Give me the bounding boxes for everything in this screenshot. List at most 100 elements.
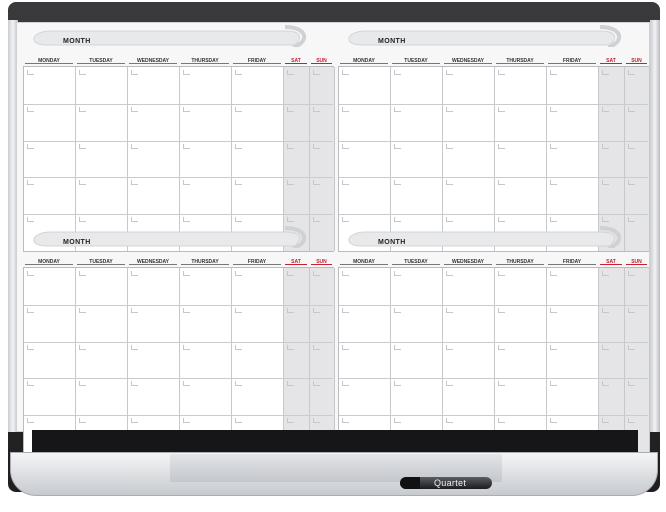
day-column: [310, 268, 335, 452]
date-box-corner: [394, 418, 401, 424]
day-column: [284, 67, 310, 251]
date-box-corner: [235, 70, 242, 75]
date-box-corner: [131, 271, 138, 276]
day-column: [495, 268, 547, 452]
day-column: [310, 67, 335, 251]
date-box-corner: [235, 217, 242, 223]
date-box-corner: [498, 307, 505, 313]
date-box-corner: [27, 418, 34, 424]
week-row-divider: [24, 415, 333, 417]
date-box-corner: [628, 307, 635, 313]
date-box-corner: [313, 307, 320, 313]
month-banner: [348, 226, 621, 248]
date-box-corner: [498, 143, 505, 149]
date-box-corner: [342, 307, 349, 313]
date-box-corner: [550, 381, 557, 387]
date-box-corner: [446, 143, 453, 149]
date-box-corner: [394, 180, 401, 186]
dry-erase-marker[interactable]: Quartet: [400, 477, 492, 489]
date-box-corner: [79, 271, 86, 276]
date-box-corner: [287, 143, 294, 149]
date-box-corner: [131, 143, 138, 149]
date-box-corner: [27, 217, 34, 223]
week-row-divider: [24, 341, 333, 343]
week-row-divider: [24, 378, 333, 380]
date-box-corner: [79, 418, 86, 424]
date-box-corner: [446, 271, 453, 276]
day-header-underline: [285, 63, 307, 64]
date-box-corner: [235, 307, 242, 313]
date-box-corner: [446, 180, 453, 186]
date-box-corner: [183, 307, 190, 313]
month-grid: [338, 267, 650, 453]
date-box-corner: [131, 217, 138, 223]
date-box-corner: [342, 381, 349, 387]
date-box-corner: [602, 180, 609, 186]
date-box-corner: [628, 70, 635, 75]
date-box-corner: [342, 344, 349, 350]
date-box-corner: [602, 70, 609, 75]
date-box-corner: [394, 271, 401, 276]
date-box-corner: [183, 418, 190, 424]
date-box-corner: [27, 180, 34, 186]
date-box-corner: [550, 271, 557, 276]
date-box-corner: [394, 143, 401, 149]
date-box-corner: [602, 418, 609, 424]
date-box-corner: [235, 106, 242, 112]
week-row-divider: [339, 341, 648, 343]
date-box-corner: [287, 271, 294, 276]
day-header-underline: [340, 264, 388, 265]
day-column: [547, 67, 599, 251]
day-header-underline: [340, 63, 388, 64]
day-header-underline: [129, 264, 177, 265]
day-header-underline: [181, 63, 229, 64]
day-header-underline: [626, 264, 647, 265]
day-column: [599, 67, 625, 251]
day-header-underline: [600, 264, 622, 265]
day-header-underline: [548, 264, 596, 265]
date-box-corner: [342, 143, 349, 149]
week-row-divider: [339, 415, 648, 417]
day-header-underline: [626, 63, 647, 64]
day-column: [128, 67, 180, 251]
date-box-corner: [550, 106, 557, 112]
date-box-corner: [131, 106, 138, 112]
date-box-corner: [287, 418, 294, 424]
day-column: [232, 67, 284, 251]
date-box-corner: [602, 106, 609, 112]
day-header-underline: [311, 63, 332, 64]
day-column: [625, 268, 650, 452]
month-label: MONTH: [378, 38, 406, 45]
day-header-underline: [233, 264, 281, 265]
day-header-underline: [496, 63, 544, 64]
date-box-corner: [313, 271, 320, 276]
date-box-corner: [550, 180, 557, 186]
date-box-corner: [27, 70, 34, 75]
day-header-underline: [129, 63, 177, 64]
date-box-corner: [183, 180, 190, 186]
date-box-corner: [183, 70, 190, 75]
date-box-corner: [628, 271, 635, 276]
day-header-underline: [600, 63, 622, 64]
date-box-corner: [602, 143, 609, 149]
date-box-corner: [394, 307, 401, 313]
day-column: [443, 268, 495, 452]
month-banner: [33, 226, 306, 248]
date-box-corner: [313, 106, 320, 112]
day-column: [180, 268, 232, 452]
day-header-underline: [444, 264, 492, 265]
date-box-corner: [287, 70, 294, 75]
day-column: [599, 268, 625, 452]
date-box-corner: [79, 307, 86, 313]
date-box-corner: [498, 418, 505, 424]
day-column: [284, 268, 310, 452]
date-box-corner: [131, 381, 138, 387]
date-box-corner: [342, 70, 349, 75]
date-box-corner: [183, 344, 190, 350]
day-column: [128, 268, 180, 452]
date-box-corner: [183, 217, 190, 223]
date-box-corner: [79, 143, 86, 149]
date-box-corner: [394, 217, 401, 223]
date-box-corner: [342, 418, 349, 424]
date-box-corner: [313, 381, 320, 387]
